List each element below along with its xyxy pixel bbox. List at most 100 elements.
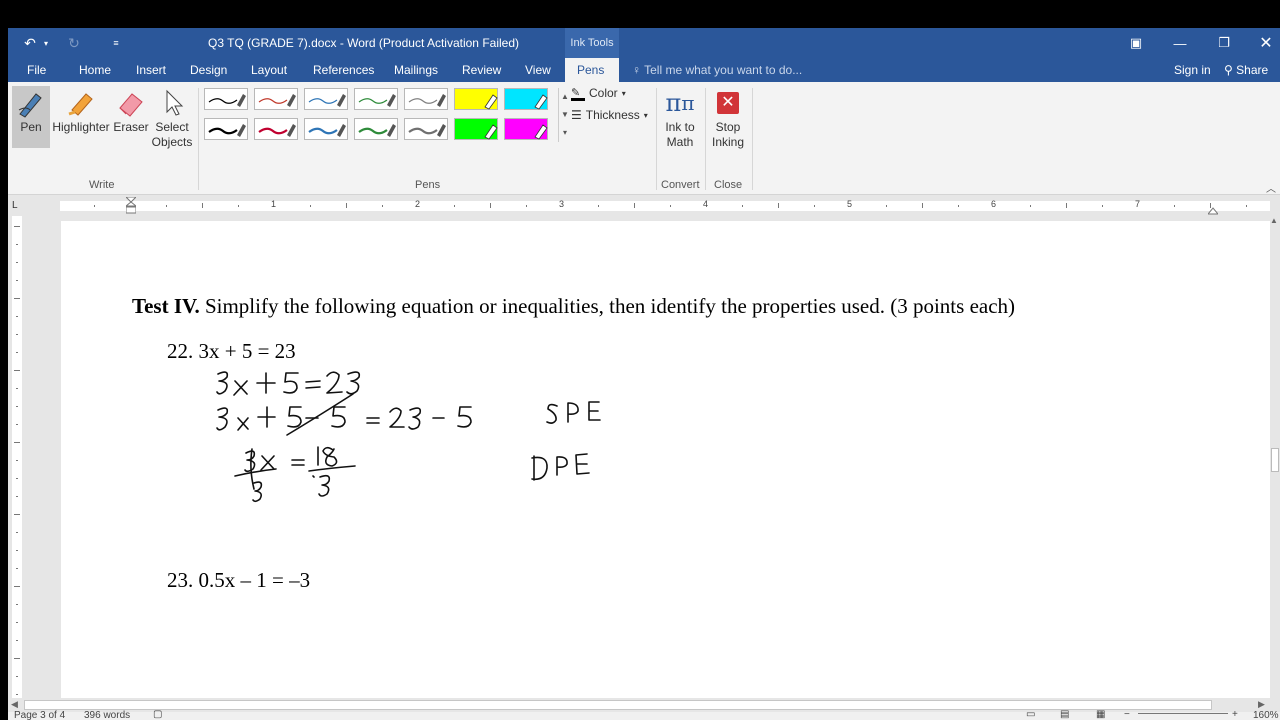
ruler-tick bbox=[16, 496, 18, 497]
vertical-scroll-thumb[interactable] bbox=[1271, 448, 1279, 472]
highlighter-swatch[interactable] bbox=[504, 118, 548, 140]
ink-to-label: Ink to bbox=[665, 120, 695, 134]
pen-swatch[interactable] bbox=[204, 88, 248, 110]
undo-dropdown-icon[interactable]: ▾ bbox=[40, 28, 52, 58]
tab-layout[interactable]: Layout bbox=[239, 58, 299, 82]
highlighter-swatch[interactable] bbox=[454, 88, 498, 110]
page-count[interactable]: Page 3 of 4 bbox=[14, 710, 65, 720]
tab-home[interactable]: Home bbox=[67, 58, 123, 82]
ribbon-tabs: File Home Insert Design Layout Reference… bbox=[8, 58, 1280, 82]
proofing-icon[interactable]: ▢ bbox=[153, 709, 162, 720]
pen-swatch[interactable] bbox=[304, 118, 348, 140]
tab-design[interactable]: Design bbox=[178, 58, 239, 82]
vertical-ruler[interactable] bbox=[12, 216, 22, 698]
ruler-tick bbox=[238, 205, 239, 207]
ruler-number: 6 bbox=[991, 199, 997, 209]
tell-me-search[interactable]: ♀ Tell me what you want to do... bbox=[632, 58, 802, 82]
color-button[interactable]: ✎ Color ▾ bbox=[571, 86, 626, 101]
ruler-tick bbox=[16, 478, 18, 479]
tab-review[interactable]: Review bbox=[450, 58, 513, 82]
share-label: Share bbox=[1236, 63, 1269, 77]
sign-in-link[interactable]: Sign in bbox=[1174, 58, 1211, 82]
share-button[interactable]: ⚲ Share bbox=[1224, 58, 1268, 82]
tell-me-placeholder: Tell me what you want to do... bbox=[644, 63, 803, 77]
tab-insert[interactable]: Insert bbox=[124, 58, 178, 82]
select-objects-button[interactable]: Select Objects bbox=[150, 86, 194, 150]
ruler-tick bbox=[94, 205, 95, 207]
undo-icon[interactable]: ↶ bbox=[18, 28, 42, 58]
scroll-up-icon[interactable]: ▲ bbox=[1270, 216, 1278, 225]
close-group-label: Close bbox=[714, 179, 743, 191]
horizontal-ruler[interactable]: L 1 2 3 4 5 6 7 bbox=[8, 195, 1280, 216]
pen-swatch[interactable] bbox=[254, 88, 298, 110]
customize-qat-icon[interactable]: ≡ bbox=[108, 28, 124, 58]
ruler-tick bbox=[14, 370, 20, 371]
redo-icon[interactable]: ↻ bbox=[64, 28, 84, 58]
ruler-tick bbox=[490, 203, 491, 208]
tab-mailings[interactable]: Mailings bbox=[382, 58, 450, 82]
zoom-in-icon[interactable]: + bbox=[1232, 709, 1238, 720]
pens-group-label: Pens bbox=[415, 179, 441, 191]
highlighter-swatch[interactable] bbox=[454, 118, 498, 140]
pen-button[interactable]: Pen bbox=[12, 86, 50, 148]
read-mode-icon[interactable]: ▭ bbox=[1026, 709, 1035, 720]
pen-swatch[interactable] bbox=[354, 88, 398, 110]
zoom-slider[interactable] bbox=[1138, 713, 1228, 714]
web-layout-icon[interactable]: ▦ bbox=[1096, 709, 1105, 720]
pen-swatch[interactable] bbox=[304, 88, 348, 110]
horizontal-scrollbar[interactable]: ◀ ▶ bbox=[8, 698, 1280, 712]
ruler-tick bbox=[1066, 203, 1067, 208]
ruler-tick bbox=[814, 205, 815, 207]
stop-inking-button[interactable]: ✕ Stop Inking bbox=[708, 86, 748, 150]
restore-icon[interactable]: ❐ bbox=[1202, 28, 1246, 58]
tab-view[interactable]: View bbox=[513, 58, 563, 82]
document-page[interactable]: Test IV. Simplify the following equation… bbox=[61, 221, 1280, 698]
ruler-tick bbox=[778, 203, 779, 208]
pen-swatch[interactable] bbox=[254, 118, 298, 140]
ruler-tick bbox=[526, 205, 527, 207]
ruler-tick bbox=[886, 205, 887, 207]
zoom-level[interactable]: 160% bbox=[1253, 710, 1279, 720]
thickness-label: Thickness bbox=[585, 108, 640, 122]
close-icon[interactable]: ✕ bbox=[1244, 28, 1280, 58]
gallery-up-icon[interactable]: ▲ bbox=[558, 88, 571, 106]
pen-swatch[interactable] bbox=[404, 118, 448, 140]
ribbon-pens: Pen Highlighter Eraser Select Objects Wr… bbox=[8, 82, 1280, 195]
vertical-scrollbar[interactable]: ▲ bbox=[1270, 216, 1280, 698]
gallery-down-icon[interactable]: ▼ bbox=[558, 106, 571, 124]
ruler-tick bbox=[1102, 205, 1103, 207]
highlighter-button[interactable]: Highlighter bbox=[52, 86, 110, 135]
ruler-tick bbox=[16, 640, 18, 641]
scroll-left-icon[interactable]: ◀ bbox=[11, 699, 18, 710]
ruler-tick bbox=[202, 203, 203, 208]
pen-swatch[interactable] bbox=[354, 118, 398, 140]
ink-to-math-button[interactable]: ππ Ink to Math bbox=[660, 86, 700, 150]
tab-selector-icon[interactable]: L bbox=[12, 200, 18, 211]
highlighter-swatch[interactable] bbox=[504, 88, 548, 110]
status-bar: Page 3 of 4 396 words ▢ ▭ ▤ ▦ − + 160% bbox=[8, 709, 1280, 720]
lightbulb-icon: ♀ bbox=[632, 63, 641, 77]
pen-label: Pen bbox=[20, 120, 42, 134]
thickness-button[interactable]: ☰ Thickness ▾ bbox=[571, 108, 648, 123]
scroll-right-icon[interactable]: ▶ bbox=[1258, 699, 1265, 710]
gallery-more-icon[interactable]: ▾ bbox=[558, 124, 571, 142]
word-count[interactable]: 396 words bbox=[84, 710, 130, 720]
pen-swatch[interactable] bbox=[204, 118, 248, 140]
minimize-icon[interactable]: — bbox=[1158, 28, 1202, 58]
ribbon-display-icon[interactable]: ▣ bbox=[1114, 28, 1158, 58]
eraser-button[interactable]: Eraser bbox=[112, 86, 150, 135]
ink-dpe bbox=[531, 453, 590, 481]
tab-references[interactable]: References bbox=[301, 58, 386, 82]
pen-swatch[interactable] bbox=[404, 88, 448, 110]
ruler-tick bbox=[1174, 205, 1175, 207]
zoom-out-icon[interactable]: − bbox=[1124, 709, 1130, 720]
tab-pens[interactable]: Pens bbox=[565, 58, 619, 82]
collapse-ribbon-icon[interactable]: ︿ bbox=[1266, 180, 1276, 195]
tab-file[interactable]: File bbox=[15, 58, 58, 82]
ruler-tick bbox=[16, 406, 18, 407]
print-layout-icon[interactable]: ▤ bbox=[1060, 709, 1069, 720]
ruler-tick bbox=[16, 424, 18, 425]
document-title: Q3 TQ (GRADE 7).docx - Word (Product Act… bbox=[208, 36, 519, 50]
pens-gallery bbox=[202, 88, 567, 146]
indent-marker-icon[interactable] bbox=[124, 196, 138, 215]
